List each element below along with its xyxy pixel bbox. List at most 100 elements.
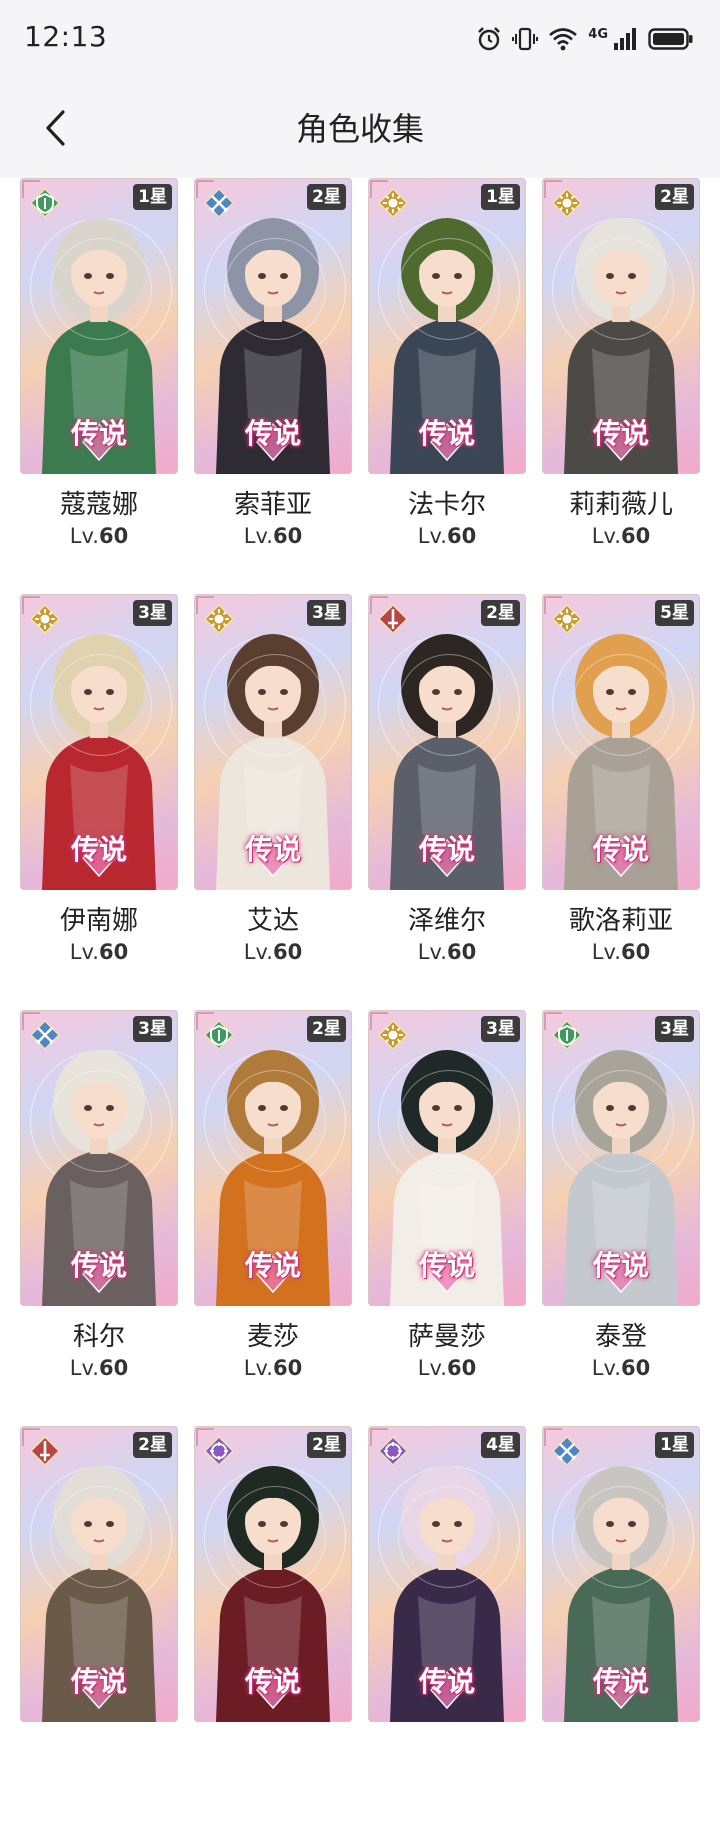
crossed-swords-icon [29, 1019, 61, 1051]
character-card[interactable]: 3星 传说 萨曼莎 Lv.60 [368, 1010, 526, 1426]
character-name: 莉莉薇儿 [568, 490, 673, 520]
star-rank-badge: 2星 [307, 1432, 346, 1458]
level-prefix: Lv. [69, 1356, 99, 1380]
character-name: 伊南娜 [59, 906, 138, 936]
level-value: 60 [272, 1356, 303, 1380]
character-level: Lv.60 [20, 1356, 178, 1386]
sun-icon [551, 187, 583, 219]
character-name: 法卡尔 [407, 490, 486, 520]
character-portrait: 3星 传说 [368, 1010, 526, 1306]
page-title: 角色收集 [295, 110, 424, 148]
header: 角色收集 [0, 78, 720, 178]
star-rank-badge: 1星 [655, 1432, 694, 1458]
sun-icon [551, 603, 583, 635]
level-prefix: Lv. [69, 940, 99, 964]
status-bar: 12:13 4G [0, 0, 720, 78]
star-rank-badge: 3星 [307, 600, 346, 626]
character-card[interactable]: 4星 传说 [368, 1426, 526, 1842]
rarity-label: 传说 [418, 1249, 475, 1282]
character-level: Lv.60 [542, 1356, 700, 1386]
leaf-shield-icon [551, 1019, 583, 1051]
character-card[interactable]: 1星 传说法卡尔 Lv.60 [368, 178, 526, 594]
leaf-shield-icon [203, 1019, 235, 1051]
character-level: Lv.60 [194, 1356, 352, 1386]
character-card[interactable]: 2星 传说 [194, 1426, 352, 1842]
sun-icon [377, 1019, 409, 1051]
character-level [368, 1772, 526, 1802]
rarity-label: 传说 [418, 417, 475, 450]
rarity-label: 传说 [70, 1249, 127, 1282]
level-prefix: Lv. [591, 1356, 621, 1380]
level-prefix: Lv. [591, 940, 621, 964]
rarity-label: 传说 [70, 1665, 127, 1698]
sun-icon [29, 603, 61, 635]
level-value: 60 [620, 1356, 651, 1380]
character-portrait: 2星传说 [542, 178, 700, 474]
star-rank-badge: 3星 [133, 1016, 172, 1042]
character-level: Lv.60 [542, 940, 700, 970]
crossed-swords-icon [551, 1435, 583, 1467]
sword-icon [377, 603, 409, 635]
character-card[interactable]: 2星传说麦莎 Lv.60 [194, 1010, 352, 1426]
character-portrait: 3星 传说 [542, 1010, 700, 1306]
character-card[interactable]: 1星 传说 [542, 1426, 700, 1842]
level-value: 60 [272, 524, 303, 548]
star-rank-badge: 2星 [307, 184, 346, 210]
crossed-swords-icon [203, 187, 235, 219]
character-card[interactable]: 2星 传说索菲亚 Lv.60 [194, 178, 352, 594]
level-prefix: Lv. [243, 524, 273, 548]
character-name: 索菲亚 [233, 490, 312, 520]
character-card[interactable]: 3星 传说 科尔 Lv.60 [20, 1010, 178, 1426]
level-prefix: Lv. [243, 940, 273, 964]
character-card[interactable]: 3星 传说 伊南娜 Lv.60 [20, 594, 178, 1010]
level-value: 60 [620, 940, 651, 964]
character-level: Lv.60 [368, 524, 526, 554]
character-portrait: 1星 传说 [368, 178, 526, 474]
character-card[interactable]: 2星传说 [20, 1426, 178, 1842]
character-portrait: 4星 传说 [368, 1426, 526, 1722]
character-level [20, 1772, 178, 1802]
character-level: Lv.60 [542, 524, 700, 554]
character-portrait: 2星 传说 [194, 178, 352, 474]
rarity-label: 传说 [244, 833, 301, 866]
character-level [542, 1772, 700, 1802]
level-prefix: Lv. [591, 524, 621, 548]
signal-icon [612, 26, 638, 52]
level-value: 60 [98, 524, 129, 548]
level-value: 60 [446, 524, 477, 548]
character-portrait: 2星 传说 [194, 1426, 352, 1722]
rarity-label: 传说 [418, 833, 475, 866]
rarity-label: 传说 [244, 1249, 301, 1282]
character-card[interactable]: 2星 传说 泽维尔 Lv.60 [368, 594, 526, 1010]
character-card[interactable]: 2星传说莉莉薇儿 Lv.60 [542, 178, 700, 594]
status-icons: 4G [476, 24, 694, 54]
star-rank-badge: 2星 [307, 1016, 346, 1042]
character-name: 歌洛莉亚 [568, 906, 673, 936]
character-level: Lv.60 [194, 940, 352, 970]
character-name [194, 1732, 352, 1768]
star-rank-badge: 2星 [655, 184, 694, 210]
rarity-label: 传说 [592, 1249, 649, 1282]
character-portrait: 1星传说 [20, 178, 178, 474]
rarity-label: 传说 [592, 417, 649, 450]
star-rank-badge: 2星 [481, 600, 520, 626]
rarity-label: 传说 [70, 417, 127, 450]
character-card[interactable]: 3星 传说 艾达 Lv.60 [194, 594, 352, 1010]
level-prefix: Lv. [417, 524, 447, 548]
character-level: Lv.60 [368, 940, 526, 970]
character-card[interactable]: 3星 传说 泰登 Lv.60 [542, 1010, 700, 1426]
leaf-shield-icon [29, 187, 61, 219]
character-level: Lv.60 [194, 524, 352, 554]
level-prefix: Lv. [417, 940, 447, 964]
level-value: 60 [272, 940, 303, 964]
character-name: 麦莎 [246, 1322, 299, 1352]
star-rank-badge: 1星 [133, 184, 172, 210]
character-card[interactable]: 1星 传说 蔻蔻娜 Lv.60 [20, 178, 178, 594]
character-card[interactable]: 5星 传说 歌洛莉亚 Lv.60 [542, 594, 700, 1010]
character-name: 蔻蔻娜 [59, 490, 138, 520]
character-name [368, 1732, 526, 1768]
character-name [20, 1732, 178, 1768]
character-portrait: 2星传说 [368, 594, 526, 890]
character-name: 萨曼莎 [407, 1322, 486, 1352]
star-rank-badge: 2星 [133, 1432, 172, 1458]
